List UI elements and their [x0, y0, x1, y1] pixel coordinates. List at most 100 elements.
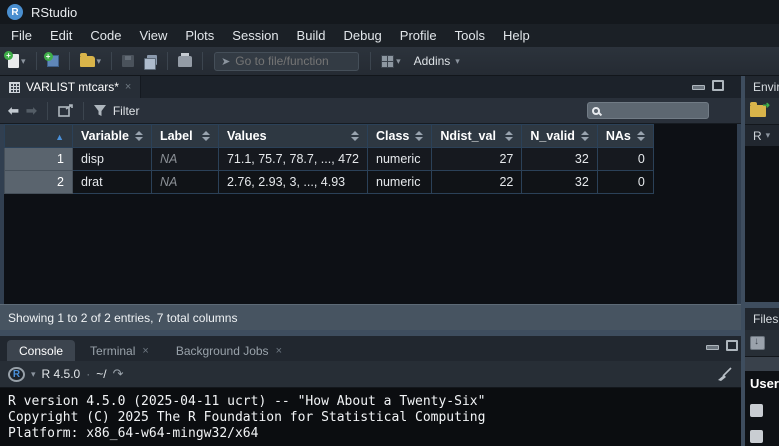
toolbar-separator: [370, 52, 371, 70]
save-button[interactable]: [119, 53, 137, 69]
tab-terminal[interactable]: Terminal ×: [78, 340, 161, 361]
working-directory[interactable]: ~/: [96, 367, 106, 381]
minimize-pane-icon[interactable]: [706, 345, 719, 350]
sort-arrows-icon: [415, 131, 423, 141]
tab-label: Background Jobs: [176, 344, 269, 358]
back-arrow-icon[interactable]: ⬅: [8, 103, 19, 119]
new-project-button[interactable]: +: [44, 53, 62, 69]
variables-table: ▲ Variable Label Values Class Ndist_val …: [4, 124, 654, 194]
cell-class: numeric: [368, 171, 432, 194]
sort-arrows-icon: [135, 131, 143, 141]
tab-console[interactable]: Console: [7, 340, 75, 361]
main-toolbar: + ▾ + ▾ ➤ ▾: [0, 47, 779, 76]
menu-tools[interactable]: Tools: [446, 24, 494, 47]
close-icon[interactable]: ×: [142, 345, 148, 357]
data-viewer-pane: VARLIST mtcars* × ⬅ ⬅: [0, 76, 741, 330]
row-index-header[interactable]: ▲: [5, 125, 73, 148]
close-icon[interactable]: ×: [125, 81, 131, 93]
file-checkbox[interactable]: [750, 430, 763, 443]
file-checkbox[interactable]: [750, 404, 763, 417]
print-button[interactable]: [175, 54, 195, 69]
col-header-variable[interactable]: Variable: [73, 125, 152, 148]
col-header-nas[interactable]: NAs: [597, 125, 653, 148]
toolbar-separator: [167, 52, 168, 70]
maximize-pane-icon[interactable]: [712, 80, 724, 91]
files-tabstrip: Files: [745, 308, 779, 330]
menu-session[interactable]: Session: [223, 24, 287, 47]
table-row: 1 disp NA 71.1, 75.7, 78.7, ..., 472 num…: [5, 148, 654, 171]
menu-file[interactable]: File: [2, 24, 41, 47]
rstudio-logo-icon: R: [7, 4, 23, 20]
col-label: Ndist_val: [440, 129, 496, 143]
files-toolbar: [745, 330, 779, 357]
table-status-bar: Showing 1 to 2 of 2 entries, 7 total col…: [0, 304, 741, 330]
main-area: VARLIST mtcars* × ⬅ ⬅: [0, 76, 779, 446]
table-search-box[interactable]: [587, 102, 709, 119]
cell-values: 71.1, 75.7, 78.7, ..., 472: [218, 148, 367, 171]
filter-button-label[interactable]: Filter: [113, 104, 140, 118]
sort-arrows-icon: [351, 131, 359, 141]
row-number: 2: [5, 171, 73, 194]
menu-profile[interactable]: Profile: [391, 24, 446, 47]
tab-background-jobs[interactable]: Background Jobs ×: [164, 340, 294, 361]
menu-help[interactable]: Help: [494, 24, 539, 47]
tab-files[interactable]: Files: [753, 312, 778, 326]
menu-build[interactable]: Build: [288, 24, 335, 47]
new-blank-file-icon[interactable]: [750, 336, 765, 350]
col-header-n-valid[interactable]: N_valid: [522, 125, 597, 148]
chevron-down-icon: ▾: [396, 56, 401, 67]
goto-directory-icon[interactable]: ↷: [113, 366, 124, 382]
environment-toolbar: [745, 98, 779, 125]
save-all-button[interactable]: [141, 53, 160, 70]
files-path-bar: [745, 357, 779, 371]
cell-nas: 0: [597, 148, 653, 171]
cell-variable: disp: [73, 148, 152, 171]
sort-arrows-icon: [505, 131, 513, 141]
right-column: Environment R ▾ Files Users: [745, 76, 779, 446]
table-icon: [9, 82, 20, 93]
menu-debug[interactable]: Debug: [334, 24, 390, 47]
table-search-input[interactable]: [600, 104, 704, 118]
maximize-pane-icon[interactable]: [726, 340, 738, 351]
menu-plots[interactable]: Plots: [176, 24, 223, 47]
separator-dot: ·: [86, 367, 90, 381]
minimize-pane-icon[interactable]: [692, 85, 705, 90]
chevron-down-icon[interactable]: ▾: [31, 369, 36, 380]
close-icon[interactable]: ×: [276, 345, 282, 357]
tab-label: Terminal: [90, 344, 135, 358]
menu-code[interactable]: Code: [81, 24, 130, 47]
col-header-ndist-val[interactable]: Ndist_val: [432, 125, 522, 148]
new-file-button[interactable]: + ▾: [5, 52, 29, 70]
sorted-ascending-icon: ▲: [55, 132, 64, 142]
clear-console-broom-icon[interactable]: [717, 367, 733, 382]
load-workspace-icon[interactable]: [750, 105, 766, 117]
open-file-button[interactable]: ▾: [77, 54, 105, 69]
goto-file-search[interactable]: ➤: [214, 52, 359, 71]
col-label: N_valid: [530, 129, 574, 143]
console-output[interactable]: R version 4.5.0 (2025-04-11 ucrt) -- "Ho…: [0, 388, 741, 446]
environment-selector[interactable]: R ▾: [745, 125, 779, 146]
pane-layout-button[interactable]: ▾: [378, 53, 404, 70]
col-header-class[interactable]: Class: [368, 125, 432, 148]
rstudio-window: R RStudio File Edit Code View Plots Sess…: [0, 0, 779, 446]
col-header-label[interactable]: Label: [151, 125, 218, 148]
forward-arrow-icon[interactable]: ⬅: [26, 103, 37, 119]
menu-edit[interactable]: Edit: [41, 24, 81, 47]
cell-n-valid: 32: [522, 171, 597, 194]
tab-varlist-mtcars[interactable]: VARLIST mtcars* ×: [0, 76, 141, 98]
addins-button[interactable]: Addins ▾: [408, 52, 463, 70]
popout-window-icon[interactable]: [58, 104, 73, 117]
files-list: Users: [745, 371, 779, 446]
table-header-row: ▲ Variable Label Values Class Ndist_val …: [5, 125, 654, 148]
pane-layout-icon: [381, 55, 394, 68]
new-file-icon: +: [8, 54, 19, 68]
toolbar-separator: [83, 102, 84, 120]
menu-view[interactable]: View: [130, 24, 176, 47]
console-pane: Console Terminal × Background Jobs ×: [0, 336, 741, 446]
toolbar-separator: [47, 102, 48, 120]
chevron-down-icon: ▾: [21, 56, 26, 67]
table-row: 2 drat NA 2.76, 2.93, 3, ..., 4.93 numer…: [5, 171, 654, 194]
tab-environment[interactable]: Environment: [753, 80, 779, 94]
col-header-values[interactable]: Values: [218, 125, 367, 148]
goto-file-input[interactable]: [235, 54, 352, 68]
